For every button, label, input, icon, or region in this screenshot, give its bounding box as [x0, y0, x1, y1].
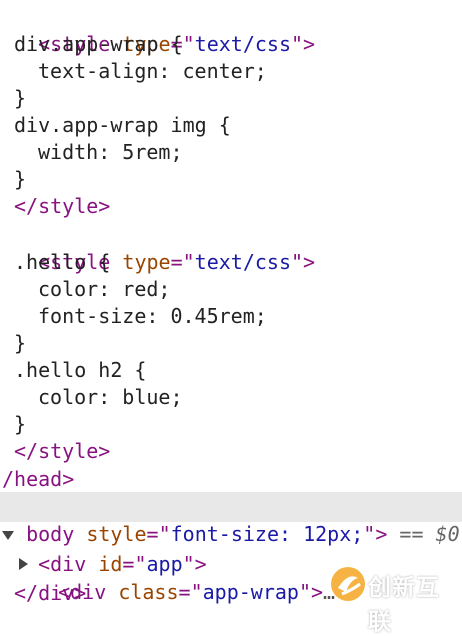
- css-line[interactable]: width: 5rem;: [38, 139, 183, 166]
- css-line[interactable]: }: [14, 166, 26, 193]
- dom-node-div-close[interactable]: </div>: [14, 580, 86, 607]
- attr-eq: =": [170, 250, 195, 274]
- dom-node-style-open[interactable]: <style type="text/css">: [14, 4, 315, 56]
- dom-node-style-close[interactable]: </style>: [14, 193, 110, 220]
- css-line[interactable]: .hello {: [14, 249, 110, 276]
- watermark-text: 创新互联: [368, 575, 440, 635]
- attr-name: type: [122, 250, 171, 274]
- bracket-close: ">: [291, 32, 316, 56]
- dom-node-div-app[interactable]: <div id="app">: [14, 524, 207, 576]
- css-line[interactable]: color: blue;: [38, 384, 183, 411]
- dom-node-head-close[interactable]: /head>: [2, 466, 74, 493]
- dom-node-style-open[interactable]: <style type="text/css">: [14, 222, 315, 274]
- dom-node-body-selected[interactable]: body style="font-size: 12px;"> == $0: [2, 494, 460, 546]
- bracket-close: ">: [291, 250, 316, 274]
- css-line[interactable]: }: [14, 85, 26, 112]
- bracket-close: ">: [298, 580, 324, 604]
- css-line[interactable]: div.app-wrap {: [14, 31, 183, 58]
- bracket-close: ">: [363, 522, 388, 546]
- attr-name: class: [118, 580, 179, 604]
- collapse-triangle-icon[interactable]: [19, 558, 28, 570]
- css-line[interactable]: color: red;: [38, 276, 170, 303]
- expand-triangle-icon[interactable]: [2, 531, 14, 540]
- css-line[interactable]: div.app-wrap img {: [14, 112, 231, 139]
- console-ref-label: == $0: [399, 522, 460, 546]
- watermark: 创新互联: [328, 562, 456, 635]
- css-line[interactable]: text-align: center;: [38, 58, 267, 85]
- css-line[interactable]: }: [14, 330, 26, 357]
- brand-logo-icon: [331, 567, 365, 601]
- attr-value: text/css: [194, 32, 291, 56]
- attr-value: text/css: [194, 250, 291, 274]
- attr-value: app-wrap: [202, 580, 299, 604]
- dom-node-div-app-wrap[interactable]: <div class="app-wrap">…: [34, 552, 347, 604]
- css-line[interactable]: font-size: 0.45rem;: [38, 303, 267, 330]
- dom-node-style-close[interactable]: </style>: [14, 438, 110, 465]
- css-line[interactable]: }: [14, 411, 26, 438]
- css-line[interactable]: .hello h2 {: [14, 357, 146, 384]
- attr-eq: =": [178, 580, 203, 604]
